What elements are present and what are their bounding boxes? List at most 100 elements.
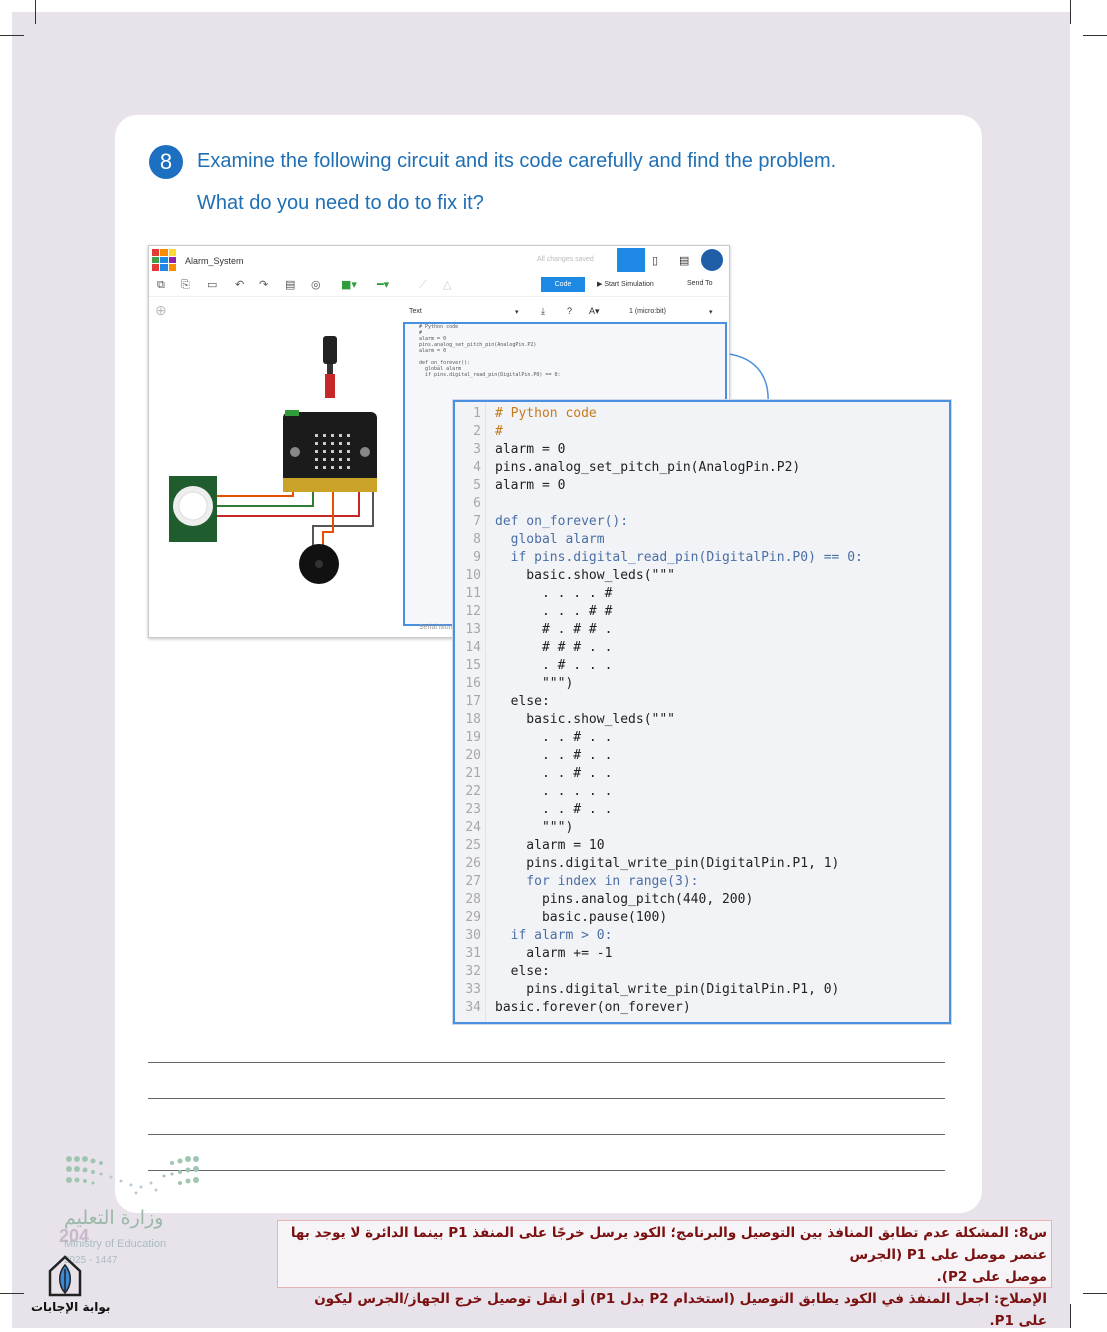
help-icon[interactable]: ? <box>567 306 572 316</box>
line-number: 13 <box>465 622 481 637</box>
rotate-icon[interactable]: ⟋ <box>419 278 427 292</box>
crop-mark <box>1070 0 1071 24</box>
code-text: for index in range(3): <box>495 874 699 889</box>
line-number: 18 <box>465 712 481 727</box>
line-number: 8 <box>473 532 481 547</box>
question-number-badge: 8 <box>149 145 183 179</box>
mode-select[interactable]: Text <box>409 308 422 315</box>
code-line: 32 else: <box>455 963 949 981</box>
font-size-icon[interactable]: A▾ <box>589 306 600 317</box>
code-line: 17 else: <box>455 693 949 711</box>
device-select-chevron-icon[interactable]: ▾ <box>709 308 713 316</box>
crop-mark <box>0 1293 24 1294</box>
line-number: 22 <box>465 784 481 799</box>
line-number: 25 <box>465 838 481 853</box>
line-number: 24 <box>465 820 481 835</box>
crop-mark <box>1083 35 1107 36</box>
delete-icon[interactable]: ▭ <box>207 278 217 291</box>
python-code-panel[interactable]: 1 # Python code 2 #3 alarm = 0 4 pins.analog_s… <box>453 400 951 1024</box>
circuit-view-button[interactable] <box>617 248 645 272</box>
code-text: pins.analog_set_pitch_pin(AnalogPin.P2) <box>495 460 801 475</box>
code-text: . . # . . <box>495 730 613 745</box>
code-text: alarm = 0 <box>495 442 566 457</box>
line-number: 2 <box>473 424 481 439</box>
line-number: 32 <box>465 964 481 979</box>
redo-icon[interactable]: ↷ <box>259 278 268 291</box>
send-to-button[interactable]: Send To <box>687 280 713 287</box>
code-text: basic.forever(on_forever) <box>495 1000 691 1015</box>
code-line: 10 basic.show_leds(""" <box>455 567 949 585</box>
ministry-name-english: Ministry of Education <box>64 1238 167 1250</box>
list-view-icon[interactable]: ▤ <box>679 254 689 267</box>
crop-mark <box>1070 1304 1071 1328</box>
paste-icon[interactable]: ⎘ <box>181 278 190 292</box>
undo-icon[interactable]: ↶ <box>235 278 244 291</box>
code-line: 15 . # . . . <box>455 657 949 675</box>
line-number: 7 <box>473 514 481 529</box>
code-text: """) <box>495 820 574 835</box>
code-line: 18 basic.show_leds(""" <box>455 711 949 729</box>
code-text: . . # . . <box>495 766 613 781</box>
line-number: 21 <box>465 766 481 781</box>
code-line: 33 pins.digital_write_pin(DigitalPin.P1,… <box>455 981 949 999</box>
mode-select-chevron-icon[interactable]: ▾ <box>515 308 519 316</box>
ministry-logo-icon <box>66 1156 199 1195</box>
code-line: 34 basic.forever(on_forever) <box>455 999 949 1017</box>
code-text: . # . . . <box>495 658 613 673</box>
code-text: # Python code <box>495 406 597 421</box>
code-line: 9 if pins.digital_read_pin(DigitalPin.P0… <box>455 549 949 567</box>
code-line: 30 if alarm > 0: <box>455 927 949 945</box>
code-line: 14 # # # . . <box>455 639 949 657</box>
copy-icon[interactable]: ⧉ <box>157 278 165 292</box>
line-number: 33 <box>465 982 481 997</box>
code-text: else: <box>495 964 550 979</box>
app-logo-icon <box>152 249 176 271</box>
code-text: pins.digital_write_pin(DigitalPin.P1, 0) <box>495 982 840 997</box>
code-line: 3 alarm = 0 <box>455 441 949 459</box>
color-picker-icon[interactable]: ■▾ <box>341 278 357 291</box>
crop-mark <box>35 0 36 24</box>
answer-line[interactable] <box>148 1170 945 1171</box>
inspect-icon[interactable]: ◎ <box>311 278 321 291</box>
notes-icon[interactable]: ▤ <box>285 278 295 291</box>
code-line: 31 alarm += -1 <box>455 945 949 963</box>
code-line: 29 basic.pause(100) <box>455 909 949 927</box>
code-text: if alarm > 0: <box>495 928 613 943</box>
wire-style-icon[interactable]: ━▾ <box>377 278 389 291</box>
answer-line[interactable] <box>148 1062 945 1063</box>
flip-icon[interactable]: △ <box>443 278 451 291</box>
mini-code-line: if pins.digital_read_pin(DigitalPin.P0) … <box>419 372 561 378</box>
code-button[interactable]: Code <box>541 277 585 292</box>
download-icon[interactable]: ⤓ <box>541 306 545 317</box>
answer-line-2: موصل على P2). <box>936 1269 1047 1285</box>
code-text: """) <box>495 676 574 691</box>
start-simulation-button[interactable]: ▶ Start Simulation <box>597 280 654 288</box>
code-line: 4 pins.analog_set_pitch_pin(AnalogPin.P2) <box>455 459 949 477</box>
code-line: 27 for index in range(3): <box>455 873 949 891</box>
line-number: 23 <box>465 802 481 817</box>
answer-line-3: الإصلاح: اجعل المنفذ في الكود يطابق التو… <box>314 1291 1047 1329</box>
answer-line[interactable] <box>148 1134 945 1135</box>
code-text: . . # . . <box>495 748 613 763</box>
line-number: 19 <box>465 730 481 745</box>
code-text: alarm = 0 <box>495 478 566 493</box>
code-line: 23 . . # . . <box>455 801 949 819</box>
line-number: 6 <box>473 496 481 511</box>
code-line: 19 . . # . . <box>455 729 949 747</box>
code-line: 5 alarm = 0 <box>455 477 949 495</box>
zoom-fit-icon[interactable]: ⊕ <box>155 302 167 319</box>
answer-box: س8: المشكلة عدم تطابق المنافذ بين التوصي… <box>277 1220 1052 1329</box>
code-text: # . # # . <box>495 622 613 637</box>
crop-mark <box>1083 1293 1107 1294</box>
question-text-line1: Examine the following circuit and its co… <box>197 150 837 172</box>
components-view-icon[interactable]: ▯ <box>652 254 658 267</box>
code-text: . . . # # <box>495 604 613 619</box>
line-number: 3 <box>473 442 481 457</box>
site-logo-icon <box>48 1255 82 1297</box>
device-select[interactable]: 1 (micro:bit) <box>629 308 666 315</box>
code-line: 7 def on_forever(): <box>455 513 949 531</box>
line-number: 14 <box>465 640 481 655</box>
user-avatar-icon[interactable] <box>701 249 723 271</box>
answer-line[interactable] <box>148 1098 945 1099</box>
question-text-line2: What do you need to do to fix it? <box>197 192 484 214</box>
